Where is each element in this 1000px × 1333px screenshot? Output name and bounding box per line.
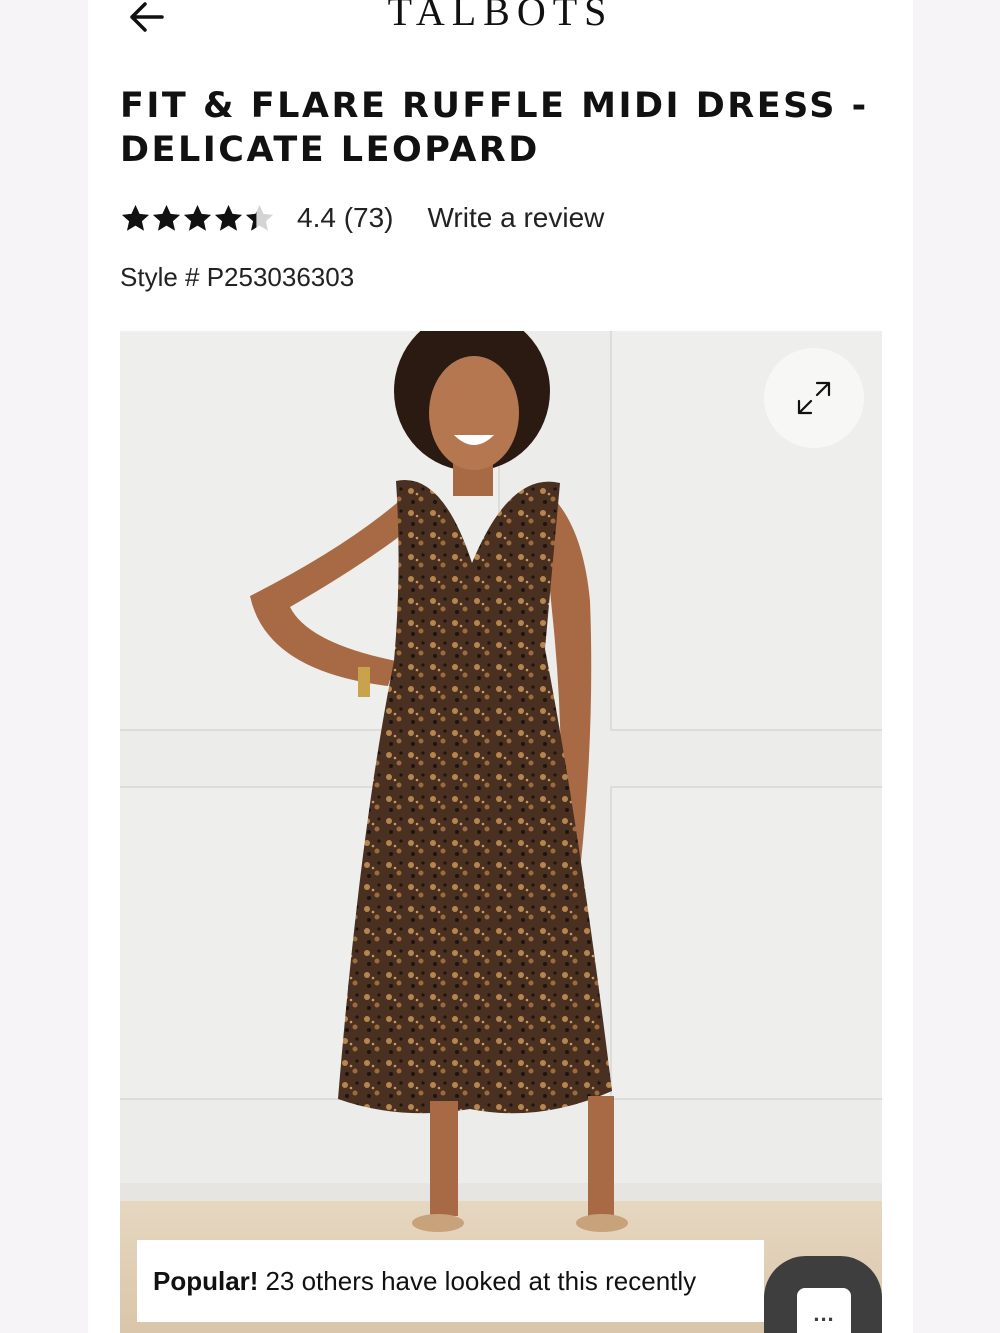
- product-title: FIT & FLARE RUFFLE MIDI DRESS - DELICATE…: [120, 86, 869, 170]
- expand-image-button[interactable]: [764, 348, 864, 448]
- star-rating[interactable]: [120, 203, 275, 234]
- model-figure: [250, 331, 628, 1232]
- expand-arrows-icon: [797, 381, 831, 415]
- star-icon: [183, 204, 212, 231]
- star-icon: [152, 204, 181, 231]
- chat-dots: ...: [813, 1301, 835, 1326]
- star-icon: [121, 204, 150, 231]
- star-icon: [214, 204, 243, 231]
- chat-button[interactable]: ...: [764, 1256, 882, 1333]
- chat-bubble-icon: ...: [797, 1288, 851, 1333]
- popular-label: Popular!: [153, 1265, 259, 1296]
- product-page: TALBOTS FIT & FLARE RUFFLE MIDI DRESS - …: [88, 0, 913, 1333]
- write-review-link[interactable]: Write a review: [428, 202, 605, 234]
- style-number: Style # P253036303: [120, 262, 355, 292]
- product-image[interactable]: Popular! 23 others have looked at this r…: [120, 331, 882, 1333]
- rating-row: 4.4 (73) Write a review: [120, 196, 604, 240]
- popular-banner: Popular! 23 others have looked at this r…: [137, 1240, 764, 1322]
- popular-text: 23 others have looked at this recently: [265, 1265, 697, 1296]
- rating-count[interactable]: 4.4 (73): [297, 202, 394, 234]
- star-icon: [245, 204, 274, 231]
- brand-logo[interactable]: TALBOTS: [88, 0, 913, 36]
